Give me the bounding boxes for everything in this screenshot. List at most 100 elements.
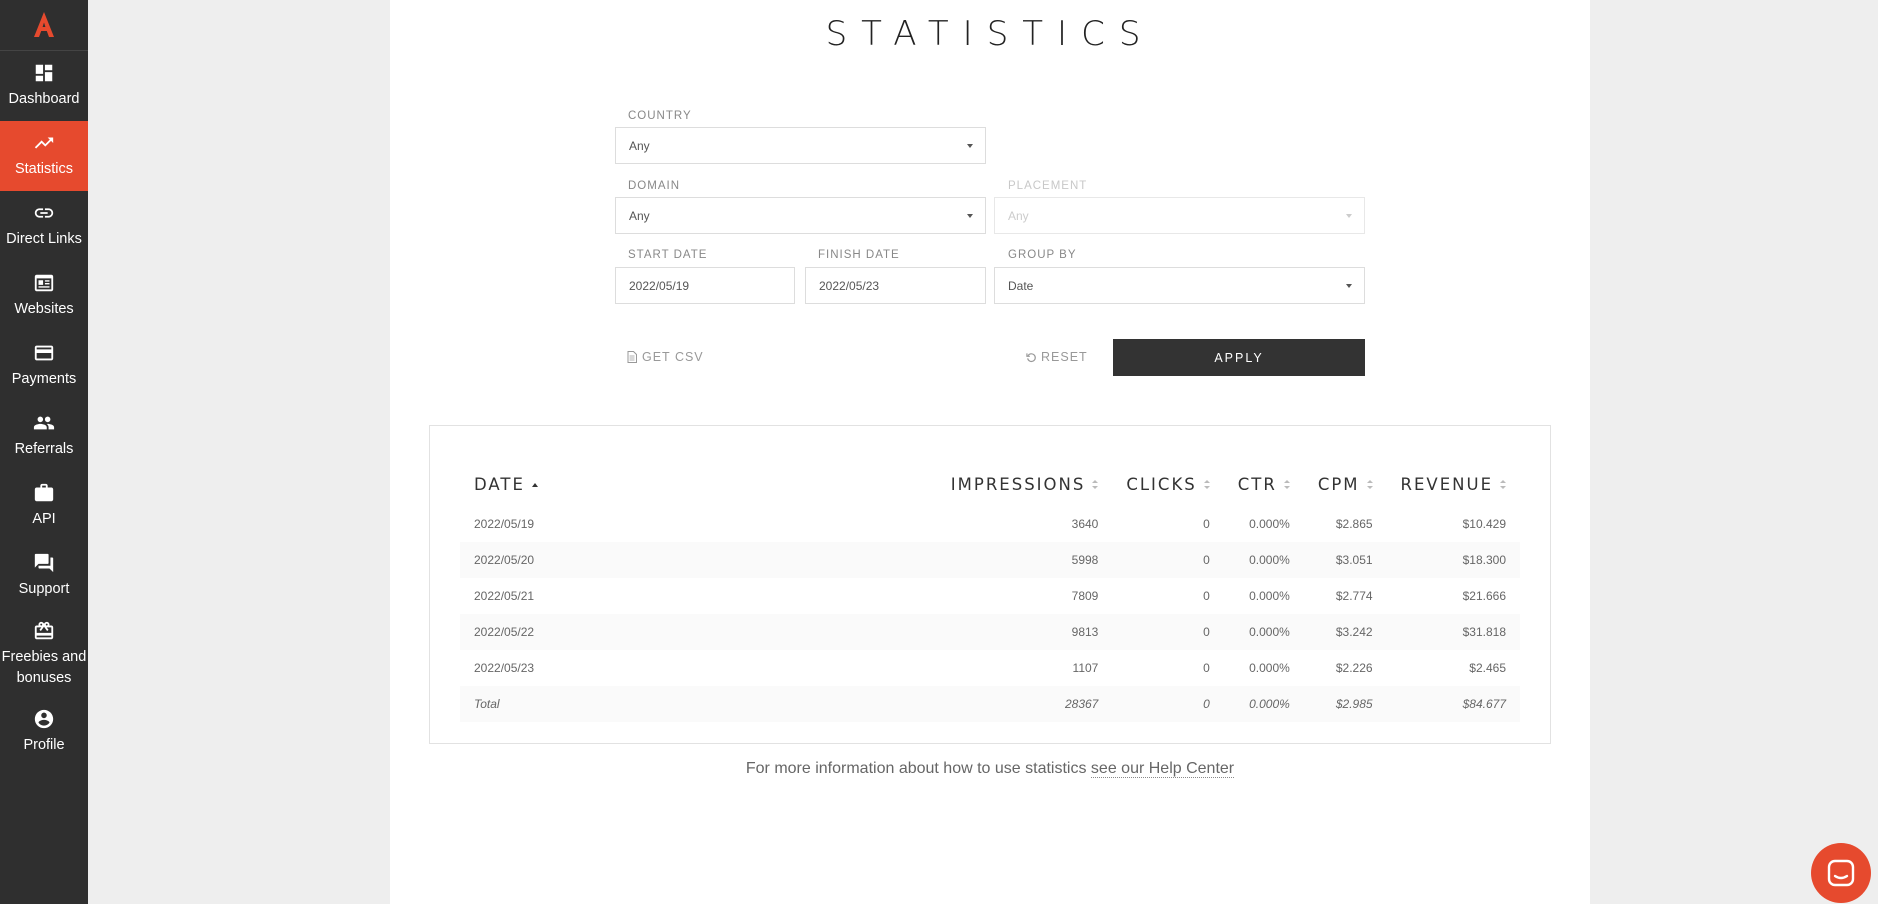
cell-ctr: 0.000%: [1249, 517, 1290, 531]
cell-date: 2022/05/22: [460, 614, 937, 650]
cell-ctr: 0.000%: [1223, 614, 1304, 650]
reset-button[interactable]: RESET: [1026, 350, 1088, 364]
cell-clicks: 0: [1203, 661, 1210, 675]
cell-cpm: $2.774: [1335, 589, 1373, 603]
sort-ascending-icon: [531, 483, 538, 487]
cell-clicks: 0: [1112, 542, 1224, 578]
credit-card-icon: [33, 342, 55, 364]
sort-icon: [1500, 480, 1506, 490]
chevron-down-icon: [967, 144, 973, 148]
cell-ctr: 0.000%: [1249, 661, 1290, 675]
help-text-prefix: For more information about how to use st…: [745, 760, 1091, 777]
cell-total-label: Total: [460, 686, 937, 722]
cell-clicks: 0: [1112, 686, 1224, 722]
trending-up-icon: [33, 132, 55, 154]
sidebar-item-dashboard[interactable]: Dashboard: [0, 51, 88, 121]
group-by-label: GROUP BY: [1008, 249, 1077, 261]
column-header-revenue[interactable]: REVENUE: [1387, 462, 1520, 506]
chat-icon: [33, 552, 55, 574]
country-select[interactable]: Any: [615, 127, 986, 164]
domain-label: DOMAIN: [628, 180, 680, 192]
cell-cpm: $2.226: [1335, 661, 1373, 675]
sidebar-item-websites[interactable]: Websites: [0, 261, 88, 331]
cell-revenue: $84.677: [1386, 686, 1520, 722]
sidebar-item-referrals[interactable]: Referrals: [0, 401, 88, 471]
get-csv-button[interactable]: GET CSV: [627, 350, 704, 364]
get-csv-label: GET CSV: [642, 350, 704, 364]
sidebar-item-api[interactable]: API: [0, 471, 88, 541]
sidebar-item-support[interactable]: Support: [0, 541, 88, 611]
domain-select[interactable]: Any: [615, 197, 986, 234]
table-row: 2022/05/21 7809 0 0.000% $2.774 $21.666: [460, 578, 1520, 614]
start-date-label: START DATE: [628, 249, 708, 261]
table-row: 2022/05/22 9813 0 0.000% $3.242 $31.818: [460, 614, 1520, 650]
chevron-down-icon: [1346, 284, 1352, 288]
group-by-select[interactable]: Date: [994, 267, 1365, 304]
sidebar-item-label: Direct Links: [6, 231, 82, 247]
sidebar-item-statistics[interactable]: Statistics: [0, 121, 88, 191]
cell-cpm: $2.865: [1335, 517, 1373, 531]
sidebar-item-direct-links[interactable]: Direct Links: [0, 191, 88, 261]
main-panel: STATISTICS COUNTRY Any DOMAIN Any PLACEM…: [390, 0, 1590, 904]
cell-revenue: $21.666: [1462, 589, 1506, 603]
sidebar-item-label: Support: [18, 581, 70, 597]
cell-date: 2022/05/21: [474, 589, 535, 603]
account-circle-icon: [33, 708, 55, 730]
help-center-link[interactable]: see our Help Center: [1090, 760, 1235, 778]
start-date-value: 2022/05/19: [629, 278, 690, 293]
table-header-row: DATE IMPRESSIONS CLICKS CTR CPM REVENUE: [460, 462, 1520, 506]
placement-value: Any: [1008, 208, 1029, 223]
group-by-value: Date: [1008, 278, 1034, 293]
column-header-date[interactable]: DATE: [460, 462, 937, 506]
apply-button[interactable]: APPLY: [1113, 339, 1365, 376]
dashboard-icon: [33, 62, 55, 84]
chat-launcher-button[interactable]: [1811, 843, 1871, 903]
cell-impressions: 5998: [936, 542, 1113, 578]
country-label: COUNTRY: [628, 110, 692, 122]
chevron-down-icon: [967, 214, 973, 218]
sidebar-item-label: API: [32, 511, 56, 527]
briefcase-icon: [33, 482, 55, 504]
cell-cpm: $3.051: [1303, 542, 1387, 578]
cell-ctr: 0.000%: [1223, 542, 1304, 578]
cell-revenue: $18.300: [1386, 542, 1520, 578]
column-header-ctr[interactable]: CTR: [1224, 462, 1304, 506]
column-header-label: CPM: [1317, 474, 1360, 494]
cell-impressions: 1107: [1072, 661, 1099, 675]
link-icon: [33, 202, 55, 224]
sidebar: Dashboard Statistics Direct Links Websit…: [0, 0, 88, 904]
cell-ctr: 0.000%: [1249, 589, 1290, 603]
column-header-clicks[interactable]: CLICKS: [1112, 462, 1223, 506]
sidebar-item-payments[interactable]: Payments: [0, 331, 88, 401]
sidebar-item-label: Websites: [14, 301, 74, 317]
cell-clicks: 0: [1203, 589, 1210, 603]
placement-label: PLACEMENT: [1008, 180, 1088, 192]
sidebar-item-freebies[interactable]: Freebies and bonuses: [0, 611, 88, 697]
people-icon: [33, 412, 55, 434]
sort-icon: [1283, 480, 1290, 490]
column-header-label: DATE: [474, 474, 525, 494]
cell-date: 2022/05/23: [474, 661, 535, 675]
cell-revenue: $31.818: [1386, 614, 1520, 650]
start-date-input[interactable]: 2022/05/19: [615, 267, 795, 304]
sidebar-item-label: Referrals: [14, 441, 74, 457]
column-header-impressions[interactable]: IMPRESSIONS: [937, 462, 1113, 506]
cell-cpm: $2.985: [1303, 686, 1387, 722]
country-value: Any: [629, 138, 650, 153]
sidebar-item-label: Payments: [11, 371, 77, 387]
cell-date: 2022/05/19: [474, 517, 535, 531]
column-header-cpm[interactable]: CPM: [1304, 462, 1387, 506]
chat-launcher-icon: [1827, 859, 1855, 887]
sidebar-item-label: Profile: [23, 737, 65, 753]
finish-date-input[interactable]: 2022/05/23: [805, 267, 986, 304]
sort-icon: [1092, 480, 1099, 490]
table-row: 2022/05/19 3640 0 0.000% $2.865 $10.429: [460, 506, 1520, 542]
sort-icon: [1366, 480, 1373, 490]
brand-logo[interactable]: [0, 0, 88, 51]
cell-impressions: 9813: [936, 614, 1113, 650]
cell-impressions: 28367: [936, 686, 1113, 722]
sidebar-item-profile[interactable]: Profile: [0, 697, 88, 767]
domain-value: Any: [629, 208, 650, 223]
cell-ctr: 0.000%: [1223, 686, 1304, 722]
cell-revenue: $10.429: [1462, 517, 1506, 531]
